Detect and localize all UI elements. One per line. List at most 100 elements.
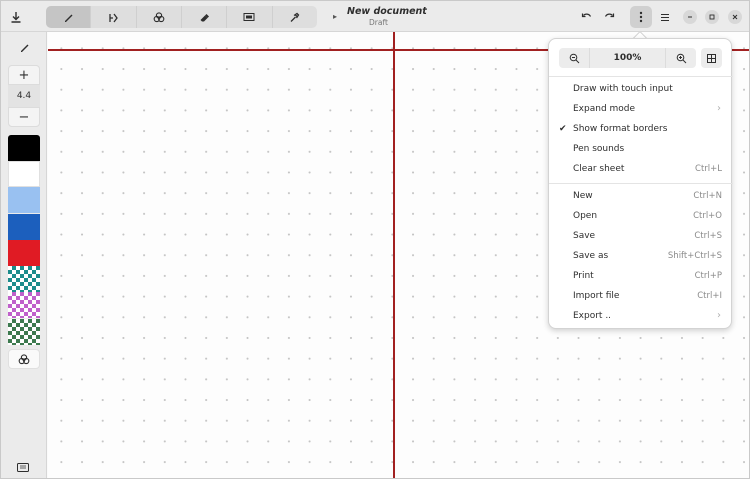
menu-item-shortcut: Ctrl+O — [693, 211, 722, 221]
increase-size-button[interactable]: + — [8, 65, 40, 85]
download-button[interactable] — [5, 6, 27, 28]
color-swatch[interactable] — [8, 266, 40, 292]
menu-item-label: Print — [573, 271, 594, 281]
eraser-icon — [200, 13, 209, 21]
tools-icon — [290, 12, 300, 22]
download-icon — [11, 12, 21, 23]
app-window: ▸ New document Draft + 4.4 − 100% Draw w… — [0, 0, 750, 479]
color-swatch[interactable] — [8, 214, 40, 240]
color-swatch[interactable] — [8, 240, 40, 266]
menu-item-shortcut: Ctrl+I — [697, 291, 722, 301]
menu-item-label: Export .. — [573, 311, 612, 321]
menu-item-shortcut: Ctrl+L — [695, 164, 722, 174]
chevron-right-icon: › — [717, 310, 721, 321]
tool-sidebar: + 4.4 − — [1, 32, 47, 478]
hamburger-icon — [661, 13, 669, 21]
hamburger-menu-button[interactable] — [654, 6, 676, 28]
main-menu-popover: 100% Draw with touch input Expand mode › ✔ S… — [548, 38, 733, 329]
fill-icon — [153, 11, 165, 22]
menu-item-save-as[interactable]: Save as Shift+Ctrl+S — [549, 247, 733, 267]
tool-fill[interactable] — [137, 6, 182, 28]
color-swatch[interactable] — [8, 292, 40, 318]
minimize-button[interactable] — [683, 10, 697, 24]
redo-button[interactable] — [598, 6, 620, 28]
zoom-in-icon — [676, 53, 686, 63]
menu-separator — [549, 76, 733, 77]
menu-item-label: Import file — [573, 291, 620, 301]
color-picker-button[interactable] — [8, 349, 40, 369]
tool-shapes[interactable] — [91, 6, 137, 28]
undo-button[interactable] — [576, 6, 598, 28]
tool-tools[interactable] — [273, 6, 317, 28]
tool-selector — [46, 6, 317, 28]
menu-item-label: Open — [573, 211, 598, 221]
color-swatch[interactable] — [8, 319, 40, 345]
page-settings-button[interactable] — [12, 459, 34, 475]
document-title: New document — [347, 6, 427, 17]
selection-icon — [243, 13, 255, 21]
menu-item-label: Expand mode — [573, 104, 636, 114]
menu-item-label: Draw with touch input — [573, 84, 673, 94]
menu-item-export[interactable]: Export .. › — [549, 307, 733, 327]
pen-style-button[interactable] — [8, 36, 40, 58]
grid-icon — [707, 53, 716, 63]
zoom-in-button[interactable] — [666, 48, 696, 68]
main-menu-button[interactable] — [630, 6, 652, 28]
fill-icon — [18, 353, 30, 364]
color-swatch[interactable] — [8, 187, 40, 213]
menu-item-shortcut: Shift+Ctrl+S — [667, 251, 722, 261]
page-settings-icon — [17, 462, 29, 472]
decrease-size-button[interactable]: − — [8, 107, 40, 127]
color-swatch[interactable] — [8, 161, 40, 187]
menu-item-save[interactable]: Save Ctrl+S — [549, 227, 733, 247]
vertical-dots-icon — [639, 11, 643, 23]
redo-icon — [604, 13, 615, 18]
menu-item-pen-sounds[interactable]: Pen sounds — [549, 140, 733, 160]
pen-size-value: 4.4 — [16, 91, 32, 101]
grid-toggle-button[interactable] — [701, 48, 722, 68]
header-bar: ▸ New document Draft — [1, 1, 749, 32]
zoom-controls: 100% — [559, 48, 696, 68]
menu-separator — [549, 183, 733, 184]
menu-item-expand-mode[interactable]: Expand mode › — [549, 100, 733, 120]
document-subtitle: Draft — [369, 18, 388, 27]
chevron-right-icon: › — [717, 103, 721, 114]
check-icon: ✔ — [559, 124, 567, 134]
maximize-button[interactable] — [705, 10, 719, 24]
pencil-icon — [20, 44, 28, 52]
menu-item-label: Show format borders — [573, 124, 668, 134]
undo-icon — [581, 13, 592, 18]
menu-item-print[interactable]: Print Ctrl+P — [549, 267, 733, 287]
tool-selection[interactable] — [227, 6, 273, 28]
chevron-right-icon: ▸ — [333, 12, 338, 21]
menu-item-open[interactable]: Open Ctrl+O — [549, 207, 733, 227]
tool-pen[interactable] — [46, 6, 92, 28]
close-button[interactable] — [728, 10, 742, 24]
zoom-out-button[interactable] — [559, 48, 589, 68]
close-icon — [732, 14, 738, 20]
menu-item-label: Clear sheet — [573, 164, 625, 174]
pen-size-control: + 4.4 − — [8, 65, 40, 127]
menu-item-shortcut: Ctrl+S — [694, 231, 722, 241]
menu-item-label: Save as — [573, 251, 609, 261]
menu-item-new[interactable]: New Ctrl+N — [549, 187, 733, 207]
minimize-icon — [688, 16, 692, 18]
menu-item-shortcut: Ctrl+P — [694, 271, 722, 281]
zoom-out-icon — [569, 53, 579, 63]
maximize-icon — [709, 14, 715, 20]
menu-item-clear-sheet[interactable]: Clear sheet Ctrl+L — [549, 160, 733, 180]
zoom-level[interactable]: 100% — [589, 48, 666, 68]
menu-item-show-format-borders[interactable]: ✔ Show format borders — [549, 120, 733, 140]
menu-item-label: Save — [573, 231, 596, 241]
shapes-icon — [109, 13, 118, 22]
menu-item-label: Pen sounds — [573, 144, 625, 154]
menu-item-import-file[interactable]: Import file Ctrl+I — [549, 287, 733, 307]
format-border-vertical — [393, 32, 395, 478]
menu-item-draw-with-touch-input[interactable]: Draw with touch input — [549, 80, 733, 100]
color-swatch[interactable] — [8, 135, 40, 161]
pencil-icon — [64, 14, 73, 22]
document-title-area[interactable]: ▸ New document Draft — [333, 5, 427, 29]
menu-item-label: New — [573, 191, 593, 201]
menu-item-shortcut: Ctrl+N — [693, 191, 722, 201]
tool-eraser[interactable] — [182, 6, 228, 28]
